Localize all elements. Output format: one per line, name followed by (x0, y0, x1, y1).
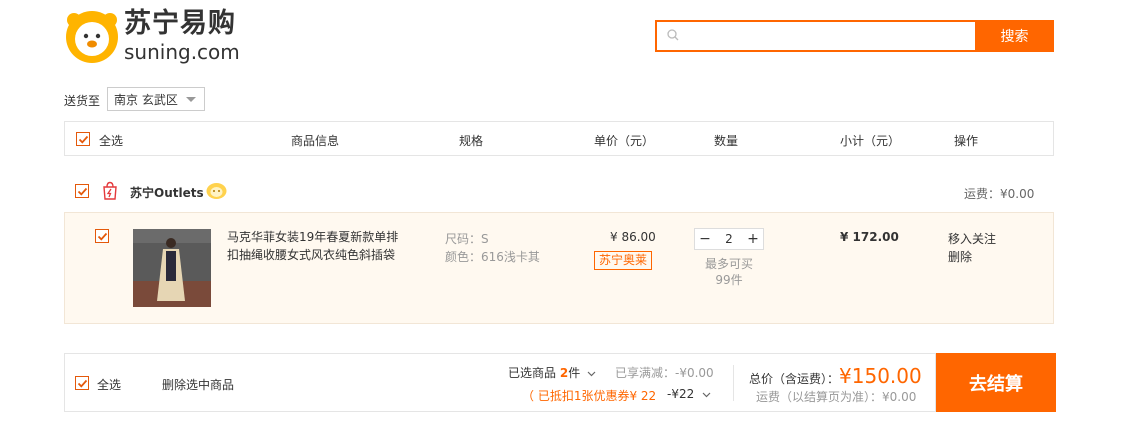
footer-select-all: 全选 (97, 378, 122, 392)
header-spec: 规格 (459, 134, 484, 148)
cart-item-row (64, 212, 1054, 324)
header-unit-price: 单价（元） (594, 134, 655, 148)
check-icon (78, 135, 88, 144)
decrease-quantity-button[interactable]: − (695, 229, 715, 249)
select-all-checkbox-bottom[interactable] (75, 376, 89, 390)
checkout-button[interactable]: 去结算 (936, 353, 1056, 412)
brand-name-en: suning.com (124, 40, 240, 64)
search-icon (667, 28, 679, 44)
full-discount: 已享满减：-¥0.00 (615, 366, 714, 380)
delivery-label: 送货至 (64, 94, 101, 108)
shop-shipping-fee: 运费：¥0.00 (964, 187, 1035, 201)
header-product-info: 商品信息 (291, 134, 340, 148)
item-subtotal: ¥ 172.00 (840, 230, 899, 244)
product-size: 尺码：S (445, 232, 489, 246)
total-label: 总价（含运费）： (749, 372, 840, 386)
quantity-stepper: − 2 + (694, 228, 764, 250)
header-select-all: 全选 (99, 134, 124, 148)
promo-tag: 苏宁奥莱 (594, 251, 653, 270)
shop-bag-icon (102, 181, 118, 203)
cart-table-header: 全选 商品信息 规格 单价（元） 数量 小计（元） 操作 (64, 121, 1054, 156)
shipping-note: 运费（以结算页为准）：¥0.00 (756, 390, 917, 404)
selected-suffix: 件 (568, 366, 581, 380)
search-input[interactable] (685, 23, 975, 49)
product-title[interactable]: 马克华菲女装19年春夏新款单排扣抽绳收腰女式风衣纯色斜插袋 (227, 228, 407, 264)
increase-quantity-button[interactable]: + (743, 229, 763, 249)
item-checkbox[interactable] (95, 229, 109, 243)
search-box (655, 20, 975, 52)
header-quantity: 数量 (714, 134, 739, 148)
purchase-limit: 最多可买 99件 (694, 256, 764, 288)
suning-lion-logo-icon[interactable] (64, 8, 120, 64)
chevron-down-icon (186, 97, 196, 102)
purchase-limit-line1: 最多可买 (704, 257, 753, 271)
selected-prefix: 已选商品 (508, 366, 557, 380)
unit-price: ¥ 86.00 (610, 230, 656, 244)
delete-item-link[interactable]: 删除 (948, 248, 972, 265)
quantity-input[interactable]: 2 (715, 232, 743, 246)
header-actions: 操作 (954, 134, 979, 148)
search-button[interactable]: 搜索 (975, 20, 1054, 52)
check-icon (97, 232, 107, 241)
total-value: ¥150.00 (839, 364, 922, 388)
total-price: 总价（含运费）： ¥150.00 (749, 364, 922, 388)
move-to-favorites-link[interactable]: 移入关注 (948, 230, 996, 247)
selected-summary[interactable]: 已选商品 2件 (508, 364, 596, 381)
header-subtotal: 小计（元） (840, 134, 901, 148)
product-color: 颜色：616浅卡其 (445, 250, 540, 264)
coupon-amount: -¥22 (667, 387, 695, 401)
coupon-dropdown[interactable]: -¥22 (667, 387, 711, 401)
check-icon (77, 187, 87, 196)
region-select[interactable]: 南京 玄武区 (107, 87, 205, 111)
chevron-down-icon (587, 366, 596, 380)
shop-badge-icon (206, 182, 227, 203)
purchase-limit-line2: 99件 (715, 273, 743, 287)
brand-name-cn: 苏宁易购 (124, 8, 236, 39)
shop-checkbox[interactable] (75, 184, 89, 198)
region-value: 南京 玄武区 (114, 92, 178, 107)
delete-selected-button[interactable]: 删除选中商品 (162, 376, 234, 393)
chevron-down-icon (702, 387, 711, 401)
shop-name[interactable]: 苏宁Outlets (130, 184, 204, 201)
coupon-applied: （ 已抵扣1张优惠券¥ 22 (522, 389, 657, 403)
select-all-checkbox-top[interactable] (76, 132, 90, 146)
product-image[interactable] (133, 229, 211, 307)
check-icon (77, 379, 87, 388)
footer-divider (733, 365, 734, 401)
selected-count: 2 (559, 366, 569, 380)
